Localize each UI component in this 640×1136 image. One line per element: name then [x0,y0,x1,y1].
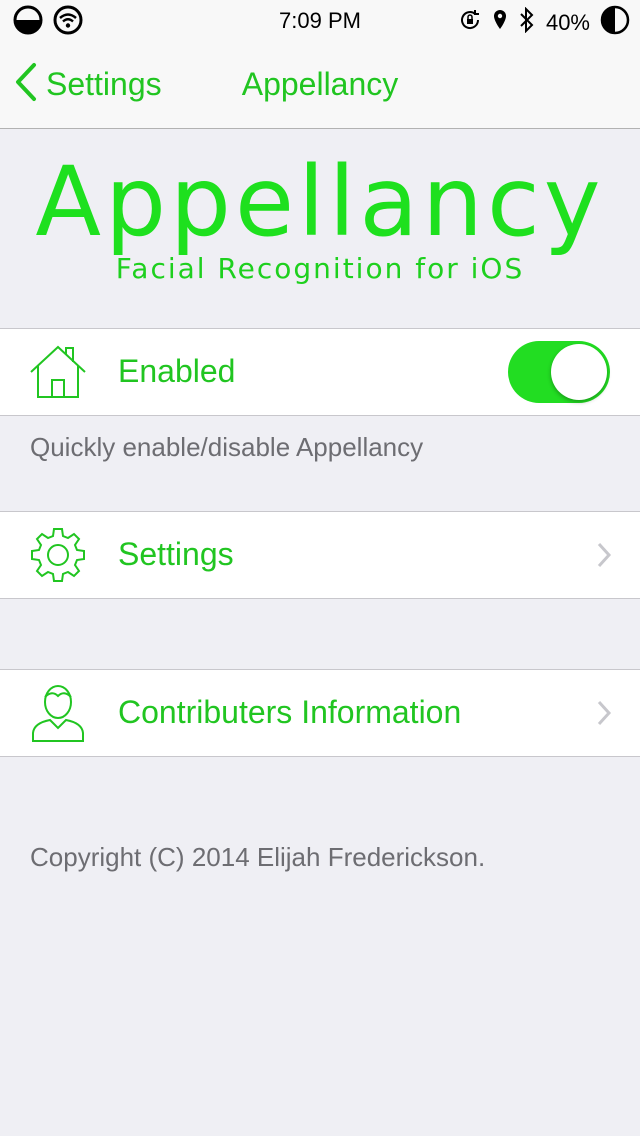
settings-row[interactable]: Settings [0,511,640,599]
copyright-text: Copyright (C) 2014 Elijah Frederickson. [30,842,486,872]
contributors-label: Contributers Information [118,694,462,730]
battery-icon [600,5,630,41]
location-icon [492,9,508,37]
nav-title: Appellancy [241,66,399,102]
chevron-right-icon [596,700,612,726]
status-right: 40% [458,5,630,41]
settings-label: Settings [118,536,234,572]
status-bar: 7:09 PM 40% [0,0,640,40]
navigation-bar: Settings Appellancy [0,40,640,129]
chevron-right-icon [596,542,612,568]
enabled-row: Enabled [0,328,640,416]
gear-icon [28,525,88,585]
app-subtitle: Facial Recognition for iOS [115,252,525,285]
battery-percent: 40% [545,10,590,35]
enabled-label: Enabled [118,353,236,389]
enabled-toggle[interactable] [508,341,610,403]
home-icon [28,342,88,402]
rotation-lock-icon [458,8,482,38]
app-title: Appellancy [35,146,605,258]
contributors-row[interactable]: Contributers Information [0,669,640,757]
enabled-footer: Quickly enable/disable Appellancy [30,432,424,462]
bluetooth-icon [518,6,536,39]
toggle-knob [551,344,607,400]
person-icon [28,683,88,743]
app-header: Appellancy Facial Recognition for iOS [0,128,640,328]
